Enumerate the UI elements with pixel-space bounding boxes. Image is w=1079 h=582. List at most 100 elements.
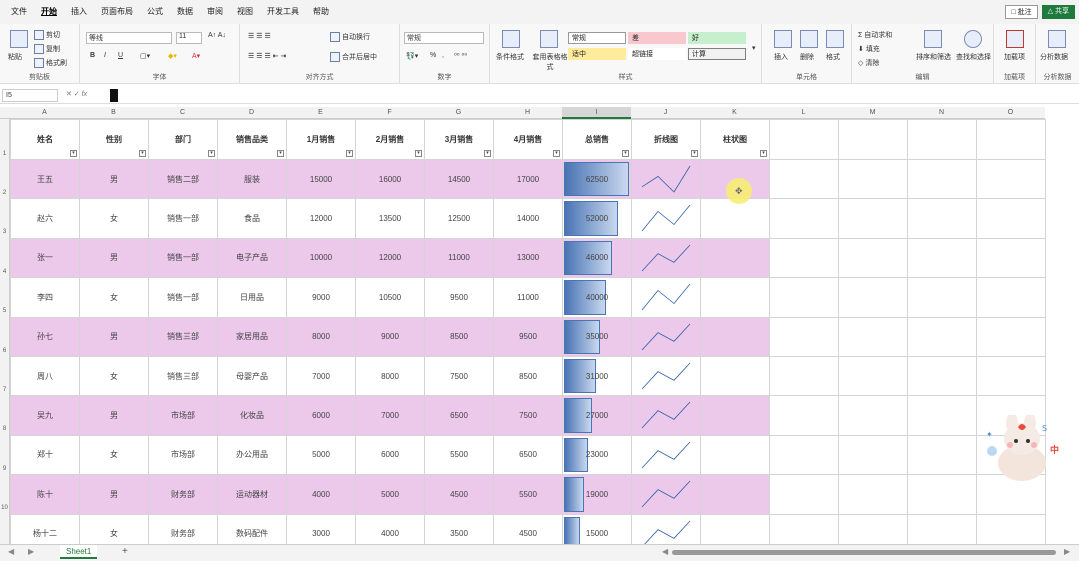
header-cell[interactable]: 1月销售 ▾ (286, 119, 356, 160)
data-cell[interactable]: 12500 (424, 198, 494, 239)
copy-button[interactable]: 复制 (34, 44, 60, 55)
merge-center-button[interactable]: 合并后居中 (330, 52, 377, 63)
font-grow-icon[interactable]: A↑ A↓ (208, 32, 226, 39)
data-cell[interactable]: 食品 (217, 198, 287, 239)
data-cell[interactable]: 10500 (355, 277, 425, 318)
comment-button[interactable]: □ 批注 (1005, 5, 1038, 19)
data-cell[interactable]: 19000 (562, 474, 632, 515)
data-cell[interactable]: 张一 (10, 237, 80, 279)
cut-button[interactable]: 剪切 (34, 30, 60, 41)
data-cell[interactable]: 35000 (562, 316, 632, 357)
header-cell[interactable]: 销售品类 ▾ (217, 119, 287, 160)
column-chart-cell[interactable] (700, 395, 770, 436)
empty-cell[interactable] (838, 198, 908, 239)
column-header[interactable]: A (10, 107, 79, 119)
sparkline-cell[interactable] (631, 277, 701, 318)
column-chart-cell[interactable] (700, 316, 770, 357)
data-cell[interactable]: 8500 (424, 316, 494, 357)
empty-cell[interactable] (907, 355, 977, 397)
data-cell[interactable]: 财务部 (148, 474, 218, 515)
row-header[interactable]: 4 (0, 237, 10, 278)
data-cell[interactable]: 46000 (562, 237, 632, 279)
data-cell[interactable]: 周八 (10, 355, 80, 397)
menu-item[interactable]: 公式 (140, 0, 170, 24)
empty-cell[interactable] (838, 474, 908, 515)
currency-icon[interactable]: 💱▾ (406, 52, 418, 60)
empty-cell[interactable] (976, 198, 1046, 239)
empty-cell[interactable] (769, 198, 839, 239)
cell-style-option[interactable]: 常规 (568, 32, 626, 44)
sparkline-cell[interactable] (631, 158, 701, 200)
empty-cell[interactable] (838, 316, 908, 357)
add-sheet-button[interactable]: + (122, 546, 128, 557)
empty-cell[interactable] (907, 237, 977, 279)
select-all-corner[interactable] (0, 107, 10, 119)
insert-cells-icon[interactable] (774, 30, 792, 48)
data-cell[interactable]: 11000 (424, 237, 494, 279)
column-header[interactable]: E (286, 107, 355, 119)
column-header[interactable]: F (355, 107, 424, 119)
align-top-icon[interactable]: ☰ ☰ ☰ (248, 32, 271, 40)
addins-icon[interactable] (1006, 30, 1024, 48)
data-cell[interactable]: 7000 (286, 355, 356, 397)
empty-cell[interactable] (976, 316, 1046, 357)
column-header[interactable]: D (217, 107, 286, 119)
empty-cell[interactable] (907, 277, 977, 318)
empty-cell[interactable] (769, 316, 839, 357)
data-cell[interactable]: 52000 (562, 198, 632, 239)
menu-item[interactable]: 数据 (170, 0, 200, 24)
fill-button[interactable]: ⬇ 填充 (858, 44, 880, 54)
menu-item[interactable]: 开始 (34, 0, 64, 24)
row-header[interactable]: 1 (0, 119, 10, 159)
data-cell[interactable]: 服装 (217, 158, 287, 200)
decimal-icon[interactable]: ⁰⁰ ⁰⁰ (454, 52, 467, 60)
align-left-icon[interactable]: ☰ ☰ ☰ ⇤ ⇥ (248, 52, 286, 60)
data-cell[interactable]: 6000 (355, 434, 425, 476)
row-header[interactable]: 7 (0, 356, 10, 396)
column-header[interactable]: J (631, 107, 700, 119)
filter-dropdown-icon[interactable]: ▾ (208, 150, 215, 157)
fx-icon[interactable]: ✕ ✓ fx (66, 90, 87, 98)
empty-cell[interactable] (769, 513, 839, 544)
column-header[interactable]: O (976, 107, 1045, 119)
sparkline-cell[interactable] (631, 513, 701, 544)
column-chart-cell[interactable] (700, 474, 770, 515)
column-chart-cell[interactable] (700, 237, 770, 279)
data-cell[interactable]: 5000 (286, 434, 356, 476)
column-header[interactable]: H (493, 107, 562, 119)
cell-style-option[interactable]: 计算 (688, 48, 746, 60)
filter-dropdown-icon[interactable]: ▾ (415, 150, 422, 157)
styles-more-icon[interactable]: ▾ (752, 44, 756, 52)
data-cell[interactable]: 化妆品 (217, 395, 287, 436)
data-cell[interactable]: 数码配件 (217, 513, 287, 544)
autosum-button[interactable]: Σ 自动求和 (858, 30, 892, 40)
data-cell[interactable]: 6500 (424, 395, 494, 436)
empty-cell[interactable] (976, 119, 1046, 160)
next-sheet-icon[interactable]: ▶ (28, 547, 34, 556)
column-header[interactable]: M (838, 107, 907, 119)
data-cell[interactable]: 13000 (493, 237, 563, 279)
data-cell[interactable]: 母婴产品 (217, 355, 287, 397)
filter-dropdown-icon[interactable]: ▾ (622, 150, 629, 157)
column-chart-cell[interactable] (700, 198, 770, 239)
data-cell[interactable]: 3500 (424, 513, 494, 544)
empty-cell[interactable] (976, 355, 1046, 397)
menu-item[interactable]: 帮助 (306, 0, 336, 24)
number-format-select[interactable]: 常规 (404, 32, 484, 44)
data-cell[interactable]: 销售三部 (148, 355, 218, 397)
sparkline-cell[interactable] (631, 474, 701, 515)
row-header[interactable]: 10 (0, 474, 10, 514)
header-cell[interactable]: 柱状图 ▾ (700, 119, 770, 160)
clear-button[interactable]: ◇ 清除 (858, 58, 879, 68)
header-cell[interactable]: 2月销售 ▾ (355, 119, 425, 160)
data-cell[interactable]: 5000 (355, 474, 425, 515)
data-cell[interactable]: 4500 (493, 513, 563, 544)
data-cell[interactable]: 杨十二 (10, 513, 80, 544)
row-header[interactable]: 3 (0, 198, 10, 238)
data-cell[interactable]: 女 (79, 355, 149, 397)
scroll-left-icon[interactable]: ◀ (662, 547, 668, 556)
empty-cell[interactable] (907, 434, 977, 476)
sparkline-cell[interactable] (631, 395, 701, 436)
data-cell[interactable]: 12000 (286, 198, 356, 239)
data-cell[interactable]: 31000 (562, 355, 632, 397)
